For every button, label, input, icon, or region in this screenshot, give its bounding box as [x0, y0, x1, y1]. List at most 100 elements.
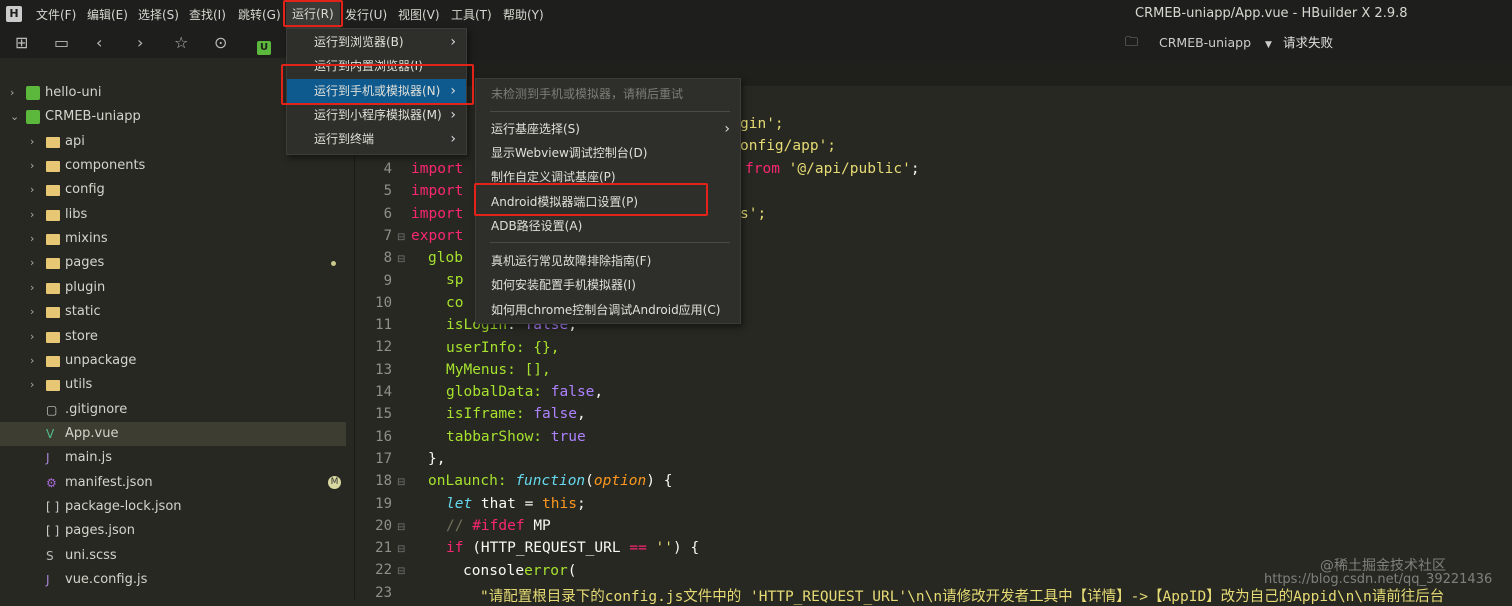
project-selector[interactable]: CRMEB-uniapp ▼ [1159, 34, 1272, 54]
menu-item-run-terminal[interactable]: 运行到终端 › [287, 127, 466, 151]
code-line-18: onLaunch: function(option) { [428, 473, 673, 489]
folder-item[interactable]: › store [0, 325, 346, 349]
code-line-9: sp [446, 272, 464, 288]
chevron-right-icon[interactable]: › [30, 325, 34, 349]
folder-item[interactable]: › static [0, 300, 346, 324]
menu-item-base-select[interactable]: 运行基座选择(S) › [476, 117, 740, 141]
project-breadcrumb[interactable]: U [257, 36, 271, 55]
chevron-right-icon[interactable]: › [30, 178, 34, 202]
file-item[interactable]: ⚙ manifest.json M [0, 471, 346, 495]
line-number: 16 [375, 428, 392, 445]
folder-item[interactable]: › plugin [0, 276, 346, 300]
fold-toggle-icon[interactable]: ⊟ [397, 544, 405, 555]
tree-item-label: pages [65, 255, 105, 271]
uniapp-project-icon [26, 110, 40, 125]
folder-item[interactable]: › unpackage [0, 349, 346, 373]
back-icon[interactable]: ‹ [96, 34, 102, 52]
menu-separator [490, 111, 730, 112]
fold-toggle-icon[interactable]: ⊟ [397, 232, 405, 243]
chevron-right-icon[interactable]: › [30, 154, 34, 178]
file-item[interactable]: Jmain.js [0, 446, 346, 470]
tree-item-label: store [65, 328, 98, 344]
menu-goto[interactable]: 跳转(G) [238, 6, 281, 23]
chevron-right-icon[interactable]: › [30, 276, 34, 300]
forward-icon[interactable]: › [137, 34, 143, 52]
menu-view[interactable]: 视图(V) [398, 6, 440, 23]
folder-item[interactable]: › mixins [0, 227, 346, 251]
folder-item[interactable]: › config [0, 178, 346, 202]
chevron-right-icon[interactable]: › [30, 251, 34, 275]
file-item[interactable]: Suni.scss [0, 544, 346, 568]
tree-item-label: config [65, 182, 105, 198]
chevron-right-icon[interactable]: › [30, 130, 34, 154]
line-number: 22 [375, 562, 392, 579]
folder-item[interactable]: › pages [0, 251, 346, 275]
tree-item-label: manifest.json [65, 474, 153, 490]
star-icon[interactable]: ☆ [174, 34, 188, 52]
line-number: 4 [383, 161, 392, 177]
code-fragment: onfig/app'; [740, 138, 837, 154]
line-number: 17 [375, 450, 392, 467]
chevron-right-icon[interactable]: › [30, 349, 34, 373]
file-item[interactable]: [ ] pages.json [0, 519, 346, 543]
chevron-right-icon[interactable]: › [30, 203, 34, 227]
code-line-23: "请配置根目录下的config.js文件中的 'HTTP_REQUEST_URL… [480, 589, 1445, 605]
project-search-icon[interactable]: 🗀 [1125, 34, 1138, 52]
menu-item-run-browser[interactable]: 运行到浏览器(B) › [287, 30, 466, 54]
chevron-right-icon[interactable]: › [30, 373, 34, 397]
line-number: 7 [383, 227, 392, 244]
folder-item[interactable]: › libs [0, 203, 346, 227]
line-number: 21 [375, 540, 392, 557]
folder-item[interactable]: › components [0, 154, 346, 178]
file-item[interactable]: [ ] package-lock.json [0, 495, 346, 519]
code-line-5: import [411, 183, 464, 199]
file-item[interactable]: Jvue.config.js [0, 568, 346, 592]
menu-file[interactable]: 文件(F) [36, 6, 76, 23]
fold-toggle-icon[interactable]: ⊟ [397, 522, 405, 533]
chevron-right-icon[interactable]: › [30, 300, 34, 324]
save-icon[interactable]: ▭ [54, 34, 69, 52]
uniapp-icon: U [257, 41, 271, 55]
new-file-icon[interactable]: ⊞ [15, 34, 28, 52]
menu-publish[interactable]: 发行(U) [345, 6, 387, 23]
line-number: 14 [375, 384, 392, 400]
line-number: 5 [383, 183, 392, 200]
js-file-icon: J [46, 573, 50, 587]
chevron-down-icon[interactable]: ⌄ [10, 105, 19, 129]
code-line-10: co [446, 295, 464, 311]
folder-icon [46, 185, 60, 197]
menu-item-troubleshoot[interactable]: 真机运行常见故障排除指南(F) [476, 249, 740, 273]
code-fragment: gin'; [740, 116, 784, 132]
chevron-right-icon[interactable]: › [30, 227, 34, 251]
chevron-right-icon[interactable]: › [10, 81, 14, 105]
fold-toggle-icon[interactable]: ⊟ [397, 477, 405, 488]
fold-toggle-icon[interactable]: ⊟ [397, 254, 405, 265]
tree-item-label: unpackage [65, 352, 137, 368]
highlight-box [281, 64, 474, 105]
menu-edit[interactable]: 编辑(E) [87, 6, 128, 23]
code-line-8: glob [428, 250, 463, 266]
tree-item-label: mixins [65, 231, 108, 247]
tree-item-label: package-lock.json [65, 498, 182, 514]
run-icon[interactable]: ⊙ [214, 34, 227, 52]
menu-item-install-emulator[interactable]: 如何安装配置手机模拟器(I) [476, 273, 740, 297]
menu-item-adb-path[interactable]: ADB路径设置(A) [476, 214, 740, 238]
file-item[interactable]: ▢ .gitignore [0, 398, 346, 422]
menu-item-chrome-debug[interactable]: 如何用chrome控制台调试Android应用(C) [476, 298, 740, 322]
code-line-15: isIframe: false, [446, 406, 586, 422]
code-line-21: if (HTTP_REQUEST_URL == '') { [446, 540, 700, 556]
menu-help[interactable]: 帮助(Y) [503, 6, 544, 23]
menu-item-run-miniprogram[interactable]: 运行到小程序模拟器(M) › [287, 103, 466, 127]
menu-find[interactable]: 查找(I) [189, 6, 226, 23]
menu-item-webview-console[interactable]: 显示Webview调试控制台(D) [476, 141, 740, 165]
file-item[interactable]: V App.vue [0, 421, 346, 446]
menu-select[interactable]: 选择(S) [138, 6, 179, 23]
tree-item-label: pages.json [65, 523, 135, 539]
tree-item-label: .gitignore [65, 401, 128, 417]
line-number: 18 [375, 473, 392, 490]
fold-toggle-icon[interactable]: ⊟ [397, 566, 405, 577]
folder-item[interactable]: › utils [0, 373, 346, 397]
folder-icon [46, 209, 60, 221]
menu-tools[interactable]: 工具(T) [451, 6, 492, 23]
tree-item-label: vue.config.js [65, 572, 148, 587]
